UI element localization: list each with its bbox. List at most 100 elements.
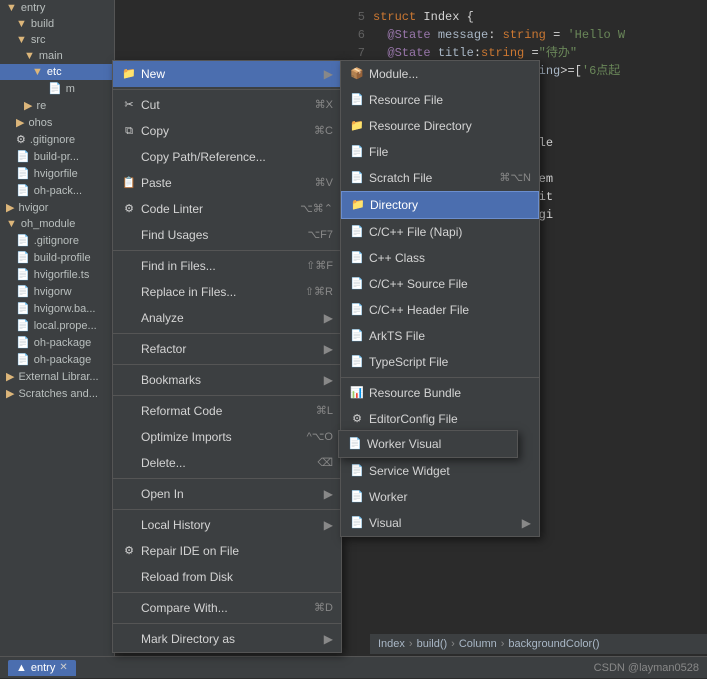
new-worker-visual[interactable]: 📄 Worker Visual: [339, 431, 517, 457]
new-module[interactable]: 📦 Module...: [341, 61, 539, 87]
menu-item-reloadfromdisk[interactable]: Reload from Disk: [113, 564, 341, 590]
sidebar-label: oh-pack...: [34, 185, 82, 197]
new-typescript-file[interactable]: 📄 TypeScript File: [341, 349, 539, 375]
sidebar-item-re[interactable]: ▶re: [0, 97, 114, 114]
menu-item-refactor[interactable]: Refactor ▶: [113, 336, 341, 362]
menu-item-replaceinfiles[interactable]: Replace in Files... ⇧⌘R: [113, 279, 341, 305]
folder-icon: ▶: [6, 201, 14, 214]
sidebar-item-ohpackage2[interactable]: 📄oh-package: [0, 351, 114, 368]
sidebar-label: re: [36, 100, 46, 112]
menu-item-findusages[interactable]: Find Usages ⌥F7: [113, 222, 341, 248]
worker-visual-label: Worker Visual: [367, 435, 509, 453]
sidebar-label: oh-package: [34, 354, 92, 366]
new-resource-bundle[interactable]: 📊 Resource Bundle: [341, 380, 539, 406]
new-arkts-file[interactable]: 📄 ArkTS File: [341, 323, 539, 349]
separator: [113, 509, 341, 510]
file-icon: 📄: [16, 336, 30, 349]
sidebar-item-gitignore2[interactable]: 📄.gitignore: [0, 232, 114, 249]
sidebar-label: oh_module: [21, 218, 75, 230]
sidebar-item-etc[interactable]: ▼etc: [0, 64, 114, 80]
ts-icon: 📄: [349, 354, 365, 370]
sidebar-item-hvigorfile[interactable]: 📄hvigorfile: [0, 165, 114, 182]
menu-item-reformat[interactable]: Reformat Code ⌘L: [113, 398, 341, 424]
paste-icon: 📋: [121, 175, 137, 191]
menu-item-copy[interactable]: ⧉ Copy ⌘C: [113, 118, 341, 144]
cut-icon: ✂: [121, 97, 137, 113]
sidebar-item-hvigor[interactable]: ▶hvigor: [0, 199, 114, 216]
sidebar-item-m[interactable]: 📄m: [0, 80, 114, 97]
menu-item-openin[interactable]: Open In ▶: [113, 481, 341, 507]
menu-item-localhistory[interactable]: Local History ▶: [113, 512, 341, 538]
menu-item-findinfiles[interactable]: Find in Files... ⇧⌘F: [113, 253, 341, 279]
menu-item-new[interactable]: 📁 New ▶: [113, 61, 341, 87]
sidebar-item-gitignore1[interactable]: ⚙.gitignore: [0, 131, 114, 148]
sidebar-item-main[interactable]: ▼main: [0, 48, 114, 64]
cpp-header-icon: 📄: [349, 302, 365, 318]
menu-item-delete[interactable]: Delete... ⌫: [113, 450, 341, 476]
sidebar-item-ohmodule[interactable]: ▼oh_module: [0, 216, 114, 232]
separator: [113, 592, 341, 593]
sidebar-item-entry[interactable]: ▼entry: [0, 0, 114, 16]
optimize-icon: [121, 429, 137, 445]
new-file[interactable]: 📄 File: [341, 139, 539, 165]
menu-item-paste[interactable]: 📋 Paste ⌘V: [113, 170, 341, 196]
new-service-widget[interactable]: 📄 Service Widget: [341, 458, 539, 484]
new-cpp-source[interactable]: 📄 C/C++ Source File: [341, 271, 539, 297]
file-icon: 📄: [16, 251, 30, 264]
menu-item-markdirectory[interactable]: Mark Directory as ▶: [113, 626, 341, 652]
sidebar-item-hvigorfilets[interactable]: 📄hvigorfile.ts: [0, 266, 114, 283]
new-cpp-napi[interactable]: 📄 C/C++ File (Napi): [341, 219, 539, 245]
sidebar-item-buildprofile[interactable]: 📄build-profile: [0, 249, 114, 266]
folder-icon: ▶: [16, 116, 24, 129]
new-scratch-file[interactable]: 📄 Scratch File ⌘⌥N: [341, 165, 539, 191]
file-icon: 📄: [16, 184, 30, 197]
new-visual[interactable]: 📄 Visual ▶: [341, 510, 539, 536]
sidebar-item-ohpack[interactable]: 📄 oh-pack...: [0, 182, 114, 199]
new-worker[interactable]: 📄 Worker: [341, 484, 539, 510]
sidebar-label: entry: [21, 2, 45, 14]
new-resource-directory[interactable]: 📁 Resource Directory: [341, 113, 539, 139]
reload-icon: [121, 569, 137, 585]
tab-entry-label: entry: [31, 662, 55, 674]
tab-close-button[interactable]: ✕: [59, 662, 67, 673]
menu-item-codelinter[interactable]: ⚙ Code Linter ⌥⌘⌃: [113, 196, 341, 222]
sidebar-item-src[interactable]: ▼src: [0, 32, 114, 48]
sidebar-item-externlib[interactable]: ▶External Librar...: [0, 368, 114, 385]
sidebar-item-buildpr[interactable]: 📄build-pr...: [0, 148, 114, 165]
sidebar-item-hvigorw[interactable]: 📄hvigorw: [0, 283, 114, 300]
sidebar-label: build: [31, 18, 54, 30]
file-icon: 📄: [16, 150, 30, 163]
separator: [113, 364, 341, 365]
new-cpp-header[interactable]: 📄 C/C++ Header File: [341, 297, 539, 323]
menu-item-repairide[interactable]: ⚙ Repair IDE on File: [113, 538, 341, 564]
refactor-icon: [121, 341, 137, 357]
folder-icon: ▼: [16, 34, 27, 46]
editorconfig-icon: ⚙: [349, 411, 365, 427]
menu-item-cut[interactable]: ✂ Cut ⌘X: [113, 92, 341, 118]
sidebar-item-hvigorwba[interactable]: 📄hvigorw.ba...: [0, 300, 114, 317]
new-cpp-class[interactable]: 📄 C++ Class: [341, 245, 539, 271]
worker-visual-icon: 📄: [347, 436, 363, 452]
sidebar-item-localprope[interactable]: 📄local.prope...: [0, 317, 114, 334]
folder-icon: ▶: [6, 387, 14, 400]
sidebar-item-ohpackage1[interactable]: 📄oh-package: [0, 334, 114, 351]
menu-item-analyze[interactable]: Analyze ▶: [113, 305, 341, 331]
menu-item-optimizeimports[interactable]: Optimize Imports ^⌥O: [113, 424, 341, 450]
menu-item-comparewith[interactable]: Compare With... ⌘D: [113, 595, 341, 621]
reformat-icon: [121, 403, 137, 419]
menu-item-copy-path[interactable]: Copy Path/Reference...: [113, 144, 341, 170]
new-directory[interactable]: 📁 Directory: [341, 191, 539, 219]
folder-icon: ▼: [24, 50, 35, 62]
new-resource-file[interactable]: 📄 Resource File: [341, 87, 539, 113]
tab-entry-icon: ▲: [16, 662, 27, 674]
sidebar-item-build[interactable]: ▼build: [0, 16, 114, 32]
scratch-icon: 📄: [349, 170, 365, 186]
context-menu: 📁 New ▶ ✂ Cut ⌘X ⧉ Copy ⌘C Copy Path/Ref…: [112, 60, 342, 653]
tab-entry[interactable]: ▲ entry ✕: [8, 660, 76, 676]
breadcrumb-index: Index: [378, 638, 405, 650]
sidebar-item-scratches[interactable]: ▶Scratches and...: [0, 385, 114, 402]
sidebar-item-ohos[interactable]: ▶ohos: [0, 114, 114, 131]
new-editorconfig[interactable]: ⚙ EditorConfig File: [341, 406, 539, 432]
menu-item-bookmarks[interactable]: Bookmarks ▶: [113, 367, 341, 393]
status-bar: ▲ entry ✕ CSDN @layman0528: [0, 656, 707, 678]
